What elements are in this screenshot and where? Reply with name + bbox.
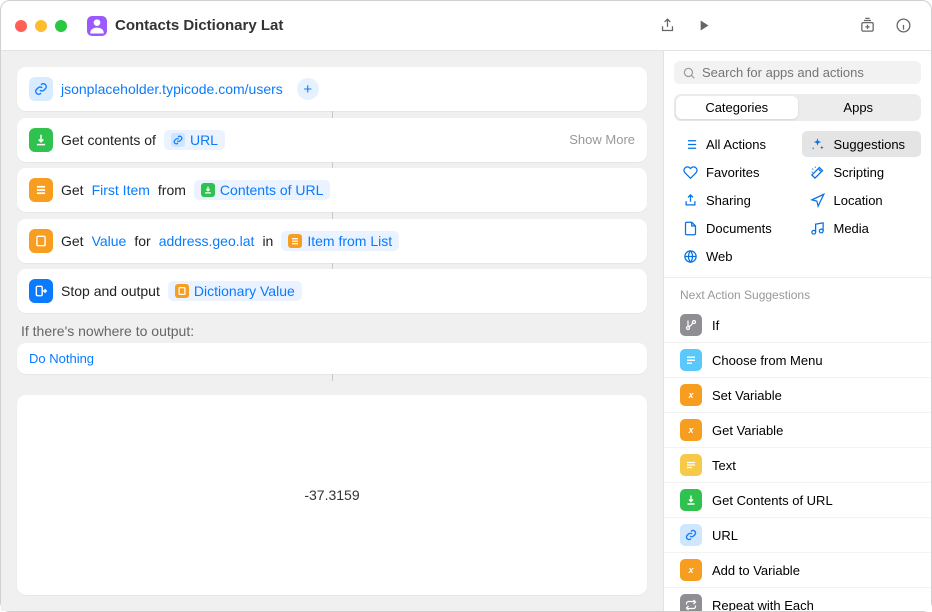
connector (332, 374, 333, 381)
x-icon: x (680, 559, 702, 581)
action-get-item[interactable]: Get First Item from Contents of URL (17, 168, 647, 212)
token-contents-of-url[interactable]: Contents of URL (194, 180, 331, 200)
run-button[interactable] (689, 13, 717, 39)
connector (332, 212, 333, 219)
action-get-contents[interactable]: Get contents of URL Show More (17, 118, 647, 162)
music-icon (810, 220, 826, 236)
actions-sidebar: Categories Apps All Actions Suggestions Fa… (663, 51, 931, 611)
branch-icon (680, 314, 702, 336)
action-get-dictionary-value[interactable]: Get Value for address.geo.lat in Item fr… (17, 219, 647, 263)
x-icon: x (680, 384, 702, 406)
svg-text:x: x (687, 565, 694, 575)
category-location[interactable]: Location (802, 187, 922, 213)
info-button[interactable] (889, 13, 917, 39)
suggestion-text[interactable]: Text (664, 448, 931, 483)
action-label: Stop and output (61, 283, 160, 299)
svg-text:x: x (687, 390, 694, 400)
category-suggestions[interactable]: Suggestions (802, 131, 922, 157)
svg-text:x: x (687, 425, 694, 435)
link-icon (171, 133, 185, 147)
category-scripting[interactable]: Scripting (802, 159, 922, 185)
category-media[interactable]: Media (802, 215, 922, 241)
share-button[interactable] (653, 13, 681, 39)
dictionary-icon (175, 284, 189, 298)
x-icon: x (680, 419, 702, 441)
suggestion-url[interactable]: URL (664, 518, 931, 553)
link-icon (680, 524, 702, 546)
exit-icon (29, 279, 53, 303)
nowhere-label: If there's nowhere to output: (17, 313, 647, 343)
suggestion-if[interactable]: If (664, 308, 931, 343)
zoom-window[interactable] (55, 20, 67, 32)
link-icon (29, 77, 53, 101)
doc-icon (682, 220, 698, 236)
suggestion-get-contents-of-url[interactable]: Get Contents of URL (664, 483, 931, 518)
search-icon (682, 66, 696, 80)
heart-icon (682, 164, 698, 180)
category-all-actions[interactable]: All Actions (674, 131, 794, 157)
location-icon (810, 192, 826, 208)
list-item-icon (29, 178, 53, 202)
list-icon (682, 136, 698, 152)
list-item-icon (288, 234, 302, 248)
token-url[interactable]: URL (164, 130, 225, 150)
dictionary-key[interactable]: address.geo.lat (159, 233, 255, 249)
action-stop-output[interactable]: Stop and output Dictionary Value (17, 269, 647, 313)
minimize-window[interactable] (35, 20, 47, 32)
category-documents[interactable]: Documents (674, 215, 794, 241)
globe-icon (682, 248, 698, 264)
download-icon (201, 183, 215, 197)
search-field[interactable] (674, 61, 921, 84)
suggestion-repeat-with-each[interactable]: Repeat with Each (664, 588, 931, 611)
category-sharing[interactable]: Sharing (674, 187, 794, 213)
action-label: Get (61, 182, 84, 198)
search-input[interactable] (702, 65, 913, 80)
output-value: -37.3159 (304, 487, 359, 503)
suggestion-add-to-variable[interactable]: xAdd to Variable (664, 553, 931, 588)
token-dictionary-value[interactable]: Dictionary Value (168, 281, 302, 301)
download-icon (680, 489, 702, 511)
token-item-from-list[interactable]: Item from List (281, 231, 399, 251)
window-controls (15, 20, 67, 32)
seg-categories[interactable]: Categories (676, 96, 798, 119)
do-nothing-option[interactable]: Do Nothing (17, 343, 647, 374)
app-icon (87, 16, 107, 36)
output-panel: -37.3159 (17, 395, 647, 595)
suggestion-set-variable[interactable]: xSet Variable (664, 378, 931, 413)
repeat-icon (680, 594, 702, 611)
menu-icon (680, 349, 702, 371)
sparkle-icon (810, 136, 826, 152)
action-label: Get (61, 233, 84, 249)
library-toggle-button[interactable] (853, 13, 881, 39)
connector (332, 111, 333, 118)
add-url-button[interactable]: + (297, 78, 319, 100)
category-favorites[interactable]: Favorites (674, 159, 794, 185)
close-window[interactable] (15, 20, 27, 32)
url-value[interactable]: jsonplaceholder.typicode.com/users (61, 81, 283, 97)
text-icon (680, 454, 702, 476)
share-icon (682, 192, 698, 208)
seg-apps[interactable]: Apps (798, 96, 920, 119)
titlebar: Contacts Dictionary Lat (1, 1, 931, 51)
workflow-canvas: jsonplaceholder.typicode.com/users + Get… (1, 51, 663, 611)
window-title: Contacts Dictionary Lat (115, 17, 283, 34)
suggestion-get-variable[interactable]: xGet Variable (664, 413, 931, 448)
action-url[interactable]: jsonplaceholder.typicode.com/users + (17, 67, 647, 111)
suggestion-choose-from-menu[interactable]: Choose from Menu (664, 343, 931, 378)
dictionary-icon (29, 229, 53, 253)
action-label: Get contents of (61, 132, 156, 148)
category-web[interactable]: Web (674, 243, 794, 269)
item-selector[interactable]: First Item (92, 182, 150, 198)
wand-icon (810, 164, 826, 180)
show-more-button[interactable]: Show More (569, 132, 635, 147)
connector (332, 263, 333, 270)
value-selector[interactable]: Value (92, 233, 127, 249)
segmented-control: Categories Apps (674, 94, 921, 121)
connector (332, 162, 333, 169)
download-icon (29, 128, 53, 152)
suggestions-header: Next Action Suggestions (664, 278, 931, 308)
